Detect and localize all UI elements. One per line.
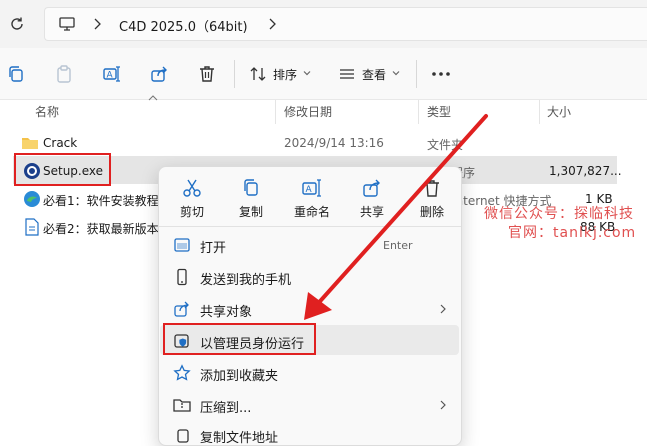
this-pc-icon[interactable]	[58, 15, 76, 33]
sort-ascending-icon	[148, 94, 158, 102]
command-bar	[0, 48, 647, 100]
breadcrumb-folder[interactable]: C4D 2025.0（64bit)	[119, 16, 248, 35]
menu-item-share-with[interactable]: 共享对象	[200, 301, 252, 320]
column-divider[interactable]	[275, 100, 276, 124]
share-icon[interactable]	[149, 64, 169, 84]
column-header-size[interactable]: 大小	[547, 103, 571, 120]
chevron-right-icon	[438, 399, 448, 411]
column-header-name[interactable]: 名称	[35, 103, 59, 120]
phone-icon	[173, 268, 191, 286]
scissors-icon[interactable]	[181, 177, 203, 199]
copy-path-icon	[173, 426, 191, 444]
copy-icon[interactable]	[240, 177, 262, 199]
toolbar-divider	[416, 60, 417, 88]
menu-item-open[interactable]: 打开	[200, 237, 226, 256]
star-icon	[173, 364, 191, 382]
annotation-highlight-box	[14, 153, 111, 186]
annotation-highlight-box	[163, 323, 316, 355]
menu-item-compress[interactable]: 压缩到...	[200, 397, 251, 416]
column-divider[interactable]	[539, 100, 540, 124]
cut-action[interactable]: 剪切	[162, 203, 222, 220]
sort-icon[interactable]	[249, 65, 267, 83]
menu-item-add-favorites[interactable]: 添加到收藏夹	[200, 365, 278, 384]
trash-icon[interactable]	[197, 64, 217, 84]
edge-shortcut-icon	[23, 190, 41, 208]
sort-button[interactable]: 排序	[273, 66, 297, 83]
file-name[interactable]: 必看2：获取最新版本	[43, 220, 159, 237]
refresh-icon[interactable]	[8, 15, 26, 33]
file-size: 1,307,827...	[549, 164, 622, 178]
chevron-right-icon[interactable]	[90, 16, 104, 32]
view-icon[interactable]	[338, 65, 356, 83]
file-name[interactable]: 必看1：软件安装教程	[43, 192, 159, 209]
document-icon	[24, 218, 40, 236]
menu-item-send-to-phone[interactable]: 发送到我的手机	[200, 269, 291, 288]
folder-icon	[21, 135, 39, 151]
zip-folder-icon	[173, 396, 191, 414]
watermark-line-2: 官网：tanlkj.com	[508, 225, 637, 241]
paste-icon[interactable]	[54, 64, 74, 84]
chevron-down-icon[interactable]	[302, 68, 312, 78]
open-icon	[173, 236, 191, 254]
annotation-arrow	[300, 112, 500, 324]
chevron-down-icon[interactable]	[391, 68, 401, 78]
svg-text:A: A	[107, 71, 114, 81]
rename-icon[interactable]: A	[102, 64, 122, 84]
watermark-line-1: 微信公众号：探临科技	[484, 206, 634, 222]
file-name[interactable]: Crack	[43, 136, 77, 150]
toolbar-divider	[234, 60, 235, 88]
copy-action[interactable]: 复制	[221, 203, 281, 220]
menu-item-copy-path[interactable]: 复制文件地址	[200, 427, 278, 446]
share-icon	[173, 300, 191, 318]
copy-path-icon[interactable]	[6, 64, 26, 84]
more-options-icon[interactable]	[430, 64, 452, 84]
view-button[interactable]: 查看	[362, 66, 386, 83]
chevron-right-icon[interactable]	[265, 16, 279, 32]
